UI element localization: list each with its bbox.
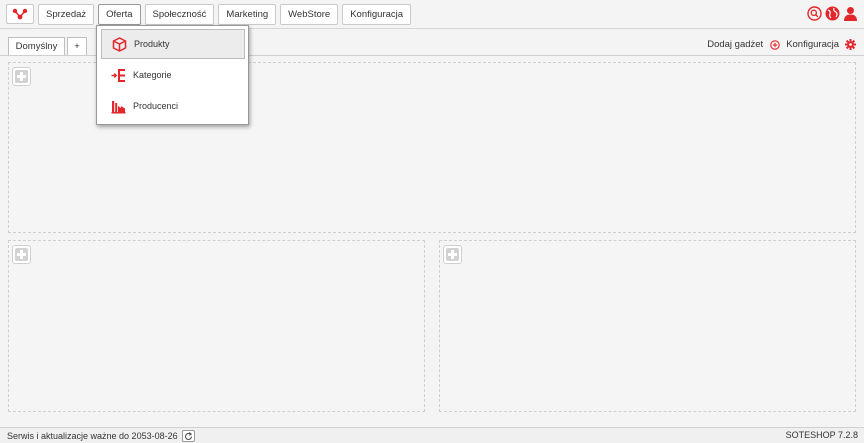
factory-icon (110, 98, 126, 114)
menu-item-produkty[interactable]: Produkty (101, 29, 245, 59)
nav-item-sprzedaz[interactable]: Sprzedaż (38, 4, 95, 25)
refresh-icon (184, 431, 192, 440)
nav-item-oferta[interactable]: Oferta (98, 4, 141, 25)
gear-icon[interactable] (843, 37, 858, 52)
main-nav: Sprzedaż Oferta Społeczność Marketing We… (38, 4, 412, 25)
nav-item-marketing[interactable]: Marketing (218, 4, 277, 25)
plus-icon (15, 70, 28, 83)
categories-icon (110, 67, 126, 83)
add-gadget-button[interactable] (12, 245, 31, 264)
menu-item-label: Produkty (134, 39, 170, 49)
plus-icon (15, 248, 28, 261)
box-icon (111, 36, 127, 52)
menu-item-label: Producenci (133, 101, 179, 111)
logo-icon (12, 8, 28, 20)
menu-item-kategorie[interactable]: Kategorie (101, 60, 245, 90)
user-icon[interactable] (843, 6, 858, 21)
oferta-dropdown-menu: Produkty Kategorie Producenci (96, 25, 249, 125)
gadget-column-left (8, 240, 425, 412)
menu-item-label: Kategorie (133, 70, 172, 80)
tab-default[interactable]: Domyślny (8, 37, 65, 55)
nav-item-webstore[interactable]: WebStore (280, 4, 339, 25)
version-label: SOTESHOP 7.2.8 (785, 430, 858, 440)
menu-item-producenci[interactable]: Producenci (101, 91, 245, 121)
globe-icon[interactable] (825, 6, 840, 21)
logo-button[interactable] (6, 4, 34, 24)
search-icon[interactable] (807, 6, 822, 21)
add-gadget-button[interactable] (443, 245, 462, 264)
add-gadget-button[interactable] (12, 67, 31, 86)
nav-item-konfiguracja[interactable]: Konfiguracja (342, 4, 412, 25)
nav-item-spolecznosc[interactable]: Społeczność (144, 4, 215, 25)
header-icons (807, 6, 858, 21)
add-tab-button[interactable]: + (67, 37, 87, 55)
add-gadget-link[interactable]: Dodaj gadżet (707, 39, 763, 50)
plus-icon (446, 248, 459, 261)
refresh-button[interactable] (181, 430, 195, 442)
configuration-link[interactable]: Konfiguracja (786, 39, 839, 50)
gadget-column-right (439, 240, 856, 412)
add-circle-icon[interactable] (767, 37, 782, 52)
status-bar: Serwis i aktualizacje ważne do 2053-08-2… (0, 427, 864, 443)
service-status-text: Serwis i aktualizacje ważne do 2053-08-2… (7, 431, 178, 441)
dashboard-tools: Dodaj gadżet Konfiguracja (707, 37, 858, 52)
